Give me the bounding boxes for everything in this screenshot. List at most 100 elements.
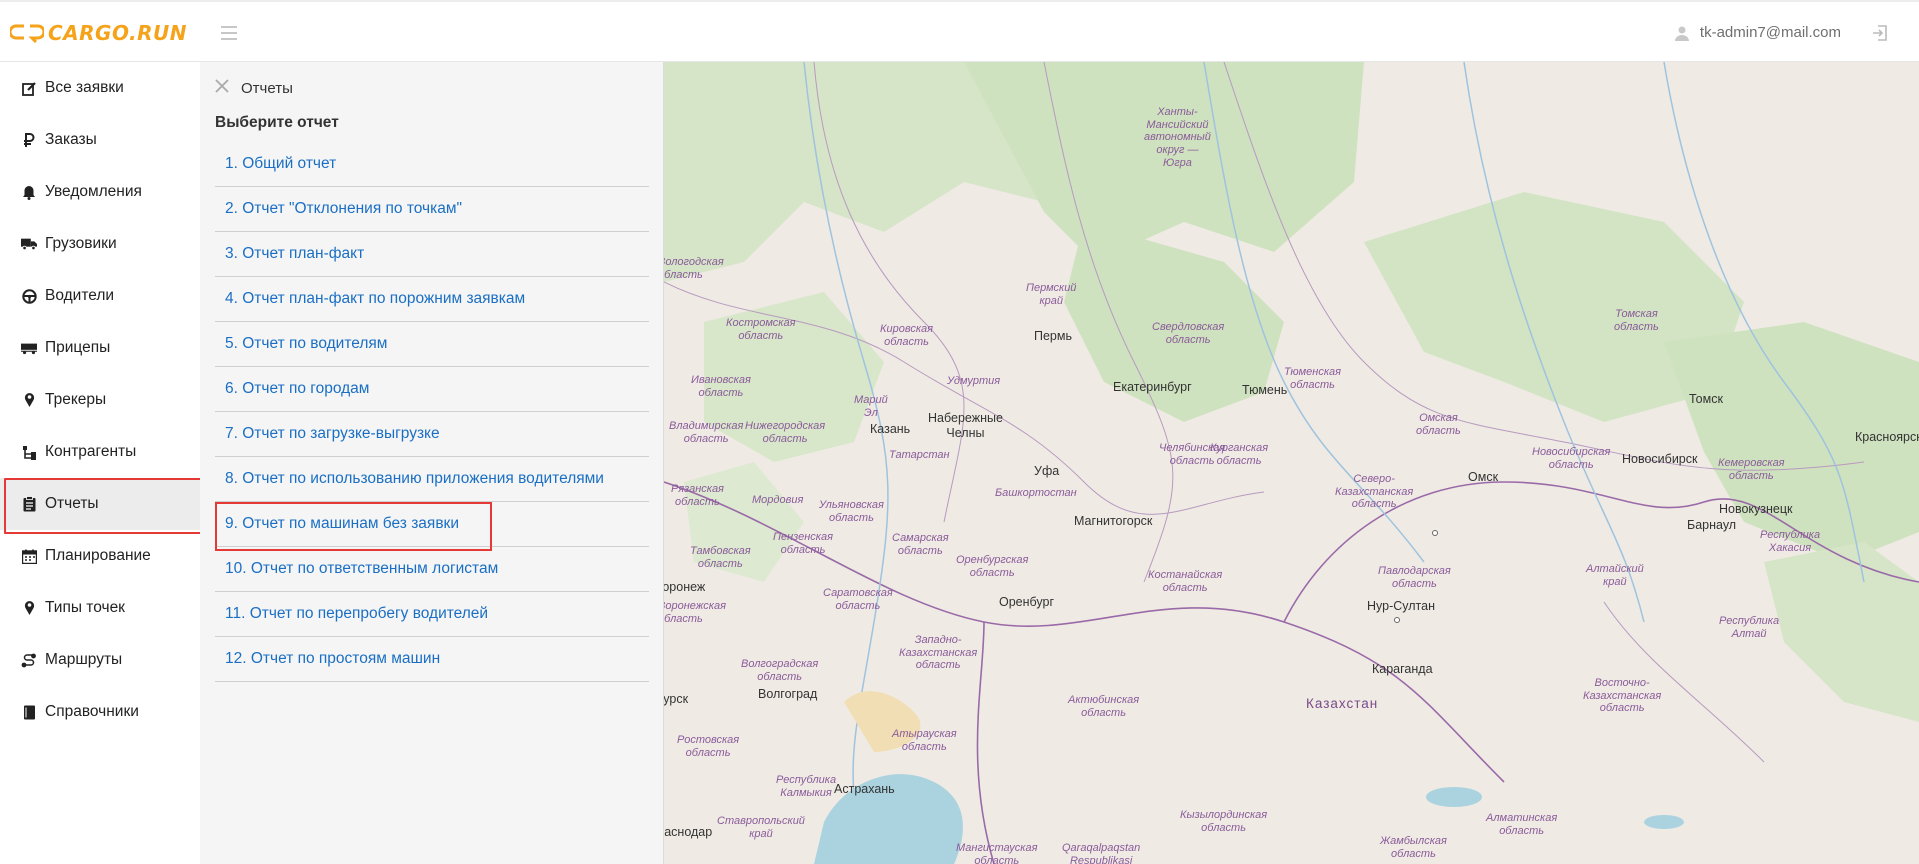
sidebar-item-label: Маршруты — [45, 651, 123, 668]
truck-icon — [21, 236, 37, 252]
city-label: Волгоград — [758, 687, 818, 701]
city-label: Томск — [1689, 392, 1723, 406]
sidebar-item-notifications[interactable]: Уведомления — [0, 166, 200, 218]
region-label: Костромская область — [726, 317, 796, 342]
region-label: Республика Алтай — [1719, 615, 1780, 640]
city-label: Магнитогорск — [1074, 514, 1153, 528]
cargo-run-logo[interactable]: CARGO.RUN — [10, 20, 187, 46]
city-label: Пермь — [1034, 329, 1072, 343]
logout-icon[interactable] — [1871, 24, 1889, 47]
sidebar-item-label: Планирование — [45, 547, 151, 564]
report-link[interactable]: 6. Отчет по городам — [215, 367, 649, 412]
region-label: Томская область — [1614, 308, 1659, 333]
region-label: Западно- Казахстанская область — [899, 634, 978, 672]
region-label: Воронежскаяобласть — [664, 600, 726, 625]
sidebar-item-label: Заказы — [45, 131, 97, 148]
sidebar-item-label: Типы точек — [45, 599, 125, 616]
report-link[interactable]: 11. Отчет по перепробегу водителей — [215, 592, 649, 637]
sidebar-item-drivers[interactable]: Водители — [0, 270, 200, 322]
region-label: Qaraqalpaqstan Respublikasi — [1062, 842, 1141, 864]
region-label: Костанайская область — [1148, 569, 1223, 594]
region-label: Новосибирская область — [1532, 446, 1611, 471]
city-label: Воронеж — [664, 580, 706, 594]
report-link[interactable]: 1. Общий отчет — [215, 142, 649, 187]
region-label: Кызылординская область — [1180, 809, 1268, 834]
report-link[interactable]: 7. Отчет по загрузке-выгрузке — [215, 412, 649, 457]
book-icon — [21, 704, 37, 720]
city-label: Казань — [870, 422, 911, 436]
region-label: Кемеровская область — [1718, 457, 1785, 482]
bell-icon — [21, 184, 37, 200]
region-label: Оренбургская область — [956, 554, 1029, 579]
sidebar-item-all-requests[interactable]: Все заявки — [0, 62, 200, 114]
region-label: Курганская область — [1210, 442, 1269, 467]
region-label: Мангистауская область — [956, 842, 1038, 864]
report-list: 1. Общий отчет 2. Отчет "Отклонения по т… — [215, 142, 649, 682]
region-label: Пензенская область — [773, 531, 833, 556]
sidebar-item-contractors[interactable]: Контрагенты — [0, 426, 200, 478]
sidebar-item-label: Отчеты — [45, 495, 99, 512]
reports-panel-header: Отчеты — [215, 79, 293, 97]
city-label: Екатеринбург — [1113, 380, 1192, 394]
clipboard-icon — [21, 496, 37, 512]
user-icon — [1674, 26, 1689, 41]
reports-panel: Отчеты Выберите отчет 1. Общий отчет 2. … — [200, 62, 664, 864]
city-label: Караганда — [1372, 662, 1433, 676]
region-label: Нижегородская область — [745, 420, 826, 445]
region-label: Удмуртия — [947, 375, 1001, 387]
user-email: tk-admin7@mail.com — [1699, 24, 1841, 41]
region-label: Павлодарская область — [1378, 565, 1451, 590]
region-label: Владимирская область — [669, 420, 744, 445]
city-label: Набережные Челны — [928, 411, 1003, 440]
region-label: Тюменская область — [1284, 366, 1342, 391]
region-label: Алматинская область — [1486, 812, 1558, 837]
region-label: Свердловская область — [1152, 321, 1225, 346]
report-link[interactable]: 5. Отчет по водителям — [215, 322, 649, 367]
logo-icon — [10, 24, 44, 44]
sidebar-item-orders[interactable]: Заказы — [0, 114, 200, 166]
sidebar-item-label: Контрагенты — [45, 443, 137, 460]
report-link[interactable]: 10. Отчет по ответственным логистам — [215, 547, 649, 592]
edit-icon — [21, 80, 37, 96]
city-label: Краснодар — [664, 825, 713, 839]
sidebar-item-label: Трекеры — [45, 391, 107, 408]
city-label: Красноярск — [1855, 430, 1919, 444]
sidebar-item-label: Водители — [45, 287, 115, 304]
sidebar-item-references[interactable]: Справочники — [0, 686, 200, 738]
map-view[interactable]: Ханты- Мансийский автономный округ — Югра Во… — [664, 62, 1919, 864]
city-label: Тюмень — [1242, 383, 1288, 397]
country-label: Казахстан — [1306, 696, 1379, 711]
region-label: Ивановская область — [691, 374, 751, 399]
sidebar-item-reports[interactable]: Отчеты — [0, 478, 204, 534]
region-label: Восточно- Казахстанская область — [1583, 677, 1662, 715]
region-label: Жамбылская область — [1380, 835, 1447, 860]
sidebar-item-planning[interactable]: Планирование — [0, 530, 200, 582]
sidebar-item-routes[interactable]: Маршруты — [0, 634, 200, 686]
sidebar-item-point-types[interactable]: Типы точек — [0, 582, 200, 634]
city-dot — [1394, 617, 1400, 623]
region-label: Вологодскаяобласть — [664, 256, 724, 281]
region-label: Республика Хакасия — [1760, 529, 1821, 554]
region-label: Татарстан — [889, 449, 950, 461]
region-label: Мордовия — [752, 494, 804, 506]
report-link[interactable]: 12. Отчет по простоям машин — [215, 637, 649, 682]
report-link-highlighted[interactable]: 9. Отчет по машинам без заявки — [215, 502, 649, 551]
report-link[interactable]: 4. Отчет план-факт по порожним заявкам — [215, 277, 649, 322]
report-link[interactable]: 2. Отчет "Отклонения по точкам" — [215, 187, 649, 232]
report-link[interactable]: 3. Отчет план-факт — [215, 232, 649, 277]
sidebar-item-label: Все заявки — [45, 79, 124, 96]
region-label: Кировская область — [880, 323, 934, 348]
steering-wheel-icon — [21, 288, 37, 304]
user-menu[interactable]: tk-admin7@mail.com — [1674, 24, 1841, 41]
city-label: Омск — [1468, 470, 1499, 484]
hamburger-icon[interactable] — [221, 26, 237, 40]
sidebar-item-trailers[interactable]: Прицепы — [0, 322, 200, 374]
region-label: Северо- Казахстанская область — [1335, 473, 1414, 511]
sidebar-item-trucks[interactable]: Грузовики — [0, 218, 200, 270]
report-link[interactable]: 8. Отчет по использованию приложения вод… — [215, 457, 649, 502]
sidebar-item-trackers[interactable]: Трекеры — [0, 374, 200, 426]
region-label: Рязанская область — [671, 483, 724, 508]
close-icon[interactable] — [215, 79, 229, 97]
region-label: Ставропольский край — [717, 815, 805, 840]
city-label: Астрахань — [834, 782, 895, 796]
